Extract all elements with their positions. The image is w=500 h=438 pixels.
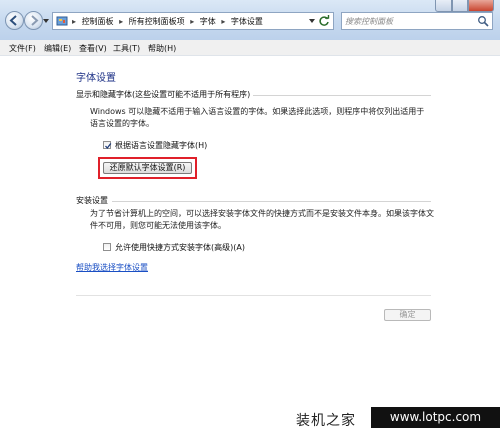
minimize-button[interactable]	[435, 0, 452, 12]
control-panel-window: ▸ 控制面板 ▸ 所有控制面板项 ▸ 字体 ▸ 字体设置 搜索控制面板 文件(F…	[0, 0, 500, 438]
breadcrumb-all-items[interactable]: 所有控制面板项	[129, 17, 185, 26]
highlight-frame: 还原默认字体设置(R)	[98, 157, 197, 179]
forward-button[interactable]	[24, 11, 43, 30]
address-bar[interactable]: ▸ 控制面板 ▸ 所有控制面板项 ▸ 字体 ▸ 字体设置	[52, 12, 334, 30]
breadcrumb-control-panel[interactable]: 控制面板	[82, 17, 114, 26]
title-bar: ▸ 控制面板 ▸ 所有控制面板项 ▸ 字体 ▸ 字体设置	[0, 0, 500, 41]
breadcrumb: ▸ 控制面板 ▸ 所有控制面板项 ▸ 字体 ▸ 字体设置	[71, 16, 265, 27]
control-panel-icon	[56, 16, 68, 26]
breadcrumb-fonts[interactable]: 字体	[200, 17, 216, 26]
divider	[112, 201, 431, 202]
breadcrumb-font-settings[interactable]: 字体设置	[231, 17, 263, 26]
hide-fonts-checkbox-label[interactable]: 根据语言设置隐藏字体(H)	[115, 140, 207, 151]
show-hide-fonts-header: 显示和隐藏字体(这些设置可能不适用于所有程序)	[76, 90, 251, 99]
menu-file[interactable]: 文件(F)	[9, 43, 36, 54]
watermark-url: www.lotpc.com	[371, 407, 500, 428]
breadcrumb-separator-icon: ▸	[190, 17, 195, 26]
search-input[interactable]	[345, 15, 473, 27]
window-controls	[435, 0, 494, 12]
shortcut-install-checkbox-label[interactable]: 允许使用快捷方式安装字体(高级)(A)	[115, 242, 245, 253]
maximize-button[interactable]	[452, 0, 468, 12]
address-dropdown-icon[interactable]	[309, 18, 315, 24]
breadcrumb-separator-icon: ▸	[221, 17, 226, 26]
breadcrumb-separator-icon: ▸	[119, 17, 124, 26]
ok-button[interactable]: 确定	[384, 309, 431, 321]
menu-tools[interactable]: 工具(T)	[113, 43, 140, 54]
watermark-brand: 装机之家	[296, 413, 356, 429]
back-button[interactable]	[5, 11, 24, 30]
menu-bar: 文件(F) 编辑(E) 查看(V) 工具(T) 帮助(H)	[0, 40, 500, 56]
hide-fonts-checkbox[interactable]	[103, 141, 112, 150]
checkmark-icon	[105, 143, 112, 150]
back-arrow-icon	[9, 15, 17, 26]
breadcrumb-separator-icon: ▸	[72, 17, 77, 26]
menu-view[interactable]: 查看(V)	[79, 43, 107, 54]
close-button[interactable]	[468, 0, 494, 12]
menu-edit[interactable]: 编辑(E)	[44, 43, 71, 54]
divider	[76, 295, 431, 296]
history-dropdown-icon[interactable]	[43, 18, 49, 24]
menu-help[interactable]: 帮助(H)	[148, 43, 176, 54]
search-box	[341, 12, 493, 30]
install-settings-header: 安装设置	[76, 196, 108, 205]
install-settings-description: 为了节省计算机上的空间，可以选择安装字体文件的快捷方式而不是安装文件本身。如果该…	[90, 209, 434, 230]
main-content: 字体设置 显示和隐藏字体(这些设置可能不适用于所有程序) Windows 可以隐…	[0, 56, 500, 438]
shortcut-install-checkbox[interactable]	[103, 243, 111, 251]
restore-default-font-settings-button[interactable]: 还原默认字体设置(R)	[103, 162, 192, 174]
show-hide-fonts-description: Windows 可以隐藏不适用于输入语言设置的字体。如果选择此选项，则程序中将仅…	[90, 107, 425, 128]
search-icon[interactable]	[477, 15, 489, 27]
refresh-icon[interactable]	[318, 15, 330, 27]
help-choose-font-settings-link[interactable]: 帮助我选择字体设置	[76, 262, 148, 273]
page-title: 字体设置	[76, 73, 116, 84]
divider	[253, 95, 431, 96]
forward-arrow-icon	[31, 15, 39, 26]
